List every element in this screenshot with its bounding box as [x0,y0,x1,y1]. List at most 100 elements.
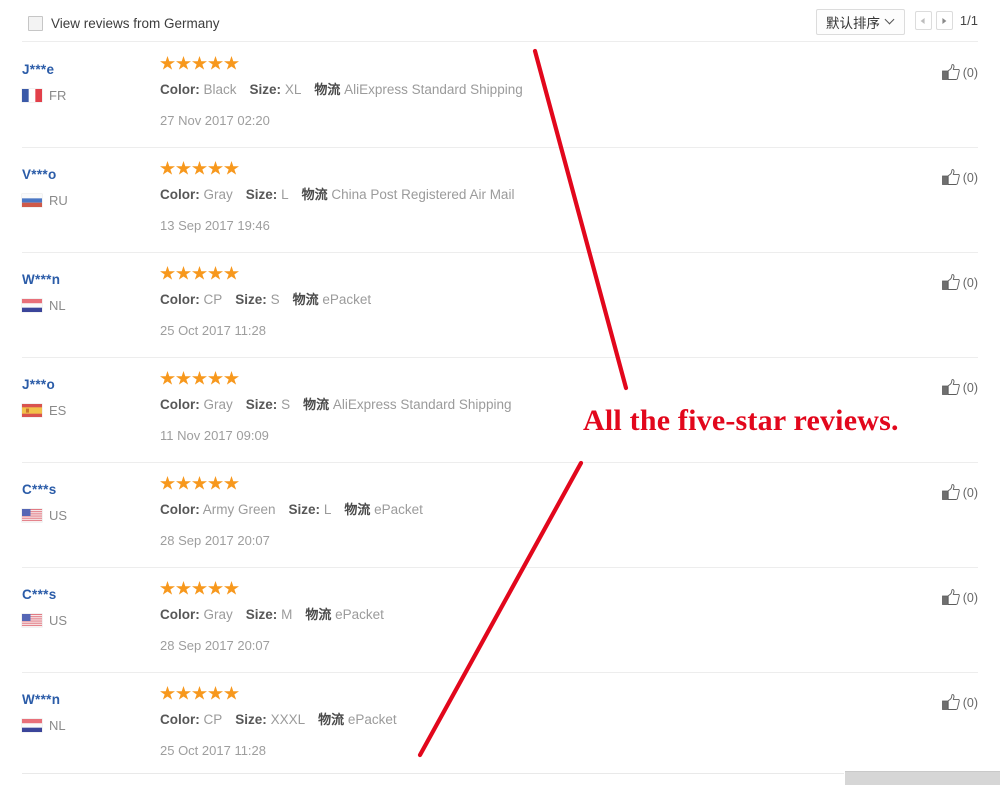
size-label: Size: [245,187,278,202]
flag-es-icon [22,404,42,417]
review-body: Color: Black Size: XL 物流 AliExpress Standa… [160,56,910,128]
order-attributes: Color: Gray Size: L 物流 China Post Register… [160,186,910,204]
review-date: 27 Nov 2017 02:20 [160,113,270,128]
size-value: M [281,607,293,622]
star-icon [176,266,191,280]
star-icon [192,686,207,700]
thumbs-up-icon[interactable] [941,64,960,81]
color-value: CP [203,292,223,307]
row-divider [22,567,978,568]
shipping-method: ePacket [335,607,384,622]
helpful-vote[interactable]: (0) [941,484,978,501]
logistics-label: 物流 [318,713,345,728]
star-icon [176,161,191,175]
size-value: L [323,502,332,517]
shipping-method: ePacket [347,712,397,727]
sort-order-dropdown[interactable]: 默认排序 [816,9,905,35]
thumbs-up-icon[interactable] [941,274,960,291]
helpful-count: (0) [962,65,978,80]
order-attributes: Color: Gray Size: M 物流 ePacket [160,606,910,624]
country-code: FR [49,88,67,103]
helpful-vote[interactable]: (0) [941,694,978,711]
star-icon [224,371,239,385]
flag-nl-icon [22,719,42,732]
next-page-button[interactable] [935,11,953,30]
star-icon [192,581,207,595]
star-icon [224,161,239,175]
star-icon [160,161,175,175]
star-icon [224,686,239,700]
review-row: W***n NL Color: CP Size: XXXL 物流 ePacket 25 O… [0,672,1000,777]
reviewer-name: J***e [22,62,55,77]
reviewer-info: J***o ES [22,377,152,417]
color-value: Army Green [202,502,276,517]
logistics-label: 物流 [303,398,330,413]
chevron-down-icon [886,16,895,25]
star-icon [160,476,175,490]
size-label: Size: [245,607,278,622]
star-icon [208,581,223,595]
review-row: W***n NL Color: CP Size: S 物流 ePacket 25 Oct … [0,252,1000,357]
size-value: XL [284,82,302,97]
flag-fr-icon [22,89,42,102]
star-rating [160,371,910,387]
color-label: Color: [160,502,200,517]
helpful-vote[interactable]: (0) [941,379,978,396]
shipping-method: ePacket [374,502,423,517]
color-value: Gray [203,187,233,202]
horizontal-scrollbar[interactable] [845,771,1000,785]
review-body: Color: Army Green Size: L 物流 ePacket 28 Sep… [160,476,910,548]
filter-checkbox[interactable] [28,16,43,31]
star-rating [160,686,910,702]
prev-page-button[interactable] [914,11,932,30]
review-body: Color: Gray Size: L 物流 China Post Register… [160,161,910,233]
flag-ru-icon [22,194,42,207]
size-label: Size: [245,397,278,412]
thumbs-up-icon[interactable] [941,169,960,186]
star-rating [160,581,910,597]
reviewer-country: ES [22,404,152,417]
reviewer-info: C***s US [22,587,152,627]
logistics-label: 物流 [301,188,328,203]
shipping-method: ePacket [322,292,372,307]
size-value: L [281,187,289,202]
filter-reviews-from-country[interactable]: View reviews from Germany [28,16,220,31]
reviewer-info: W***n NL [22,272,152,312]
star-icon [208,266,223,280]
row-divider [22,357,978,358]
star-icon [208,161,223,175]
review-body: Color: Gray Size: M 物流 ePacket 28 Sep 2017 … [160,581,910,653]
page-indicator: 1/1 [959,13,978,28]
helpful-vote[interactable]: (0) [941,169,978,186]
helpful-count: (0) [962,170,978,185]
reviewer-info: J***e FR [22,62,152,102]
order-attributes: Color: CP Size: S 物流 ePacket [160,291,910,309]
thumbs-up-icon[interactable] [941,379,960,396]
reviewer-country: RU [22,194,152,207]
helpful-vote[interactable]: (0) [941,589,978,606]
reviewer-name: C***s [22,587,57,602]
helpful-vote[interactable]: (0) [941,64,978,81]
color-label: Color: [160,187,200,202]
size-value: S [281,397,291,412]
color-label: Color: [160,292,200,307]
row-divider [22,462,978,463]
thumbs-up-icon[interactable] [941,694,960,711]
size-label: Size: [288,502,321,517]
thumbs-up-icon[interactable] [941,589,960,606]
star-icon [160,371,175,385]
star-icon [176,686,191,700]
star-icon [176,371,191,385]
logistics-label: 物流 [314,83,341,98]
helpful-vote[interactable]: (0) [941,274,978,291]
thumbs-up-icon[interactable] [941,484,960,501]
reviewer-name: W***n [22,692,61,707]
reviewer-name: V***o [22,167,57,182]
star-icon [192,161,207,175]
star-rating [160,56,910,72]
country-code: ES [49,403,67,418]
star-icon [224,476,239,490]
helpful-count: (0) [962,380,978,395]
reviewer-name: J***o [22,377,56,392]
review-row: J***e FR Color: Black Size: XL 物流 AliExpress… [0,42,1000,147]
